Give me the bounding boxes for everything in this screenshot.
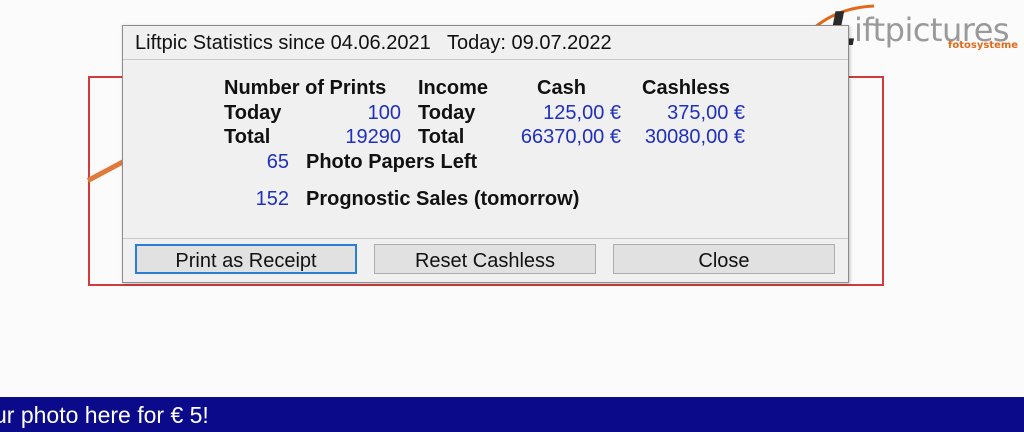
total-prints-value: 19290 (345, 126, 401, 148)
header-number-of-prints: Number of Prints (224, 77, 387, 99)
ticker-text: ur photo here for € 5! (0, 402, 209, 428)
row-total-label: Total (224, 126, 271, 148)
papers-left-value: 65 (266, 151, 289, 173)
prognostic-sales-label: Prognostic Sales (tomorrow) (306, 188, 580, 210)
ticker-bar: ur photo here for € 5! (0, 397, 1024, 432)
statistics-dialog: Liftpic Statistics since 04.06.2021 Toda… (122, 25, 849, 283)
today-cashless-value: 375,00 € (667, 102, 745, 124)
prognostic-sales-value: 152 (255, 188, 289, 210)
header-cash: Cash (537, 77, 586, 99)
reset-cashless-button[interactable]: Reset Cashless (374, 244, 596, 274)
print-as-receipt-button[interactable]: Print as Receipt (135, 244, 357, 274)
dialog-title: Liftpic Statistics since 04.06.2021 Toda… (135, 32, 612, 54)
total-cash-value: 66370,00 € (520, 126, 621, 148)
today-cash-value: 125,00 € (543, 102, 621, 124)
logo-subtitle: fotosysteme (948, 40, 1019, 51)
header-cashless: Cashless (642, 77, 730, 99)
income-today-label: Today (418, 102, 476, 124)
row-today-label: Today (224, 102, 282, 124)
close-button[interactable]: Close (613, 244, 835, 274)
papers-left-label: Photo Papers Left (306, 151, 478, 173)
button-divider (123, 238, 848, 239)
income-total-label: Total (418, 126, 465, 148)
today-prints-value: 100 (367, 102, 401, 124)
title-divider (123, 59, 848, 60)
header-income: Income (418, 77, 489, 99)
total-cashless-value: 30080,00 € (644, 126, 745, 148)
